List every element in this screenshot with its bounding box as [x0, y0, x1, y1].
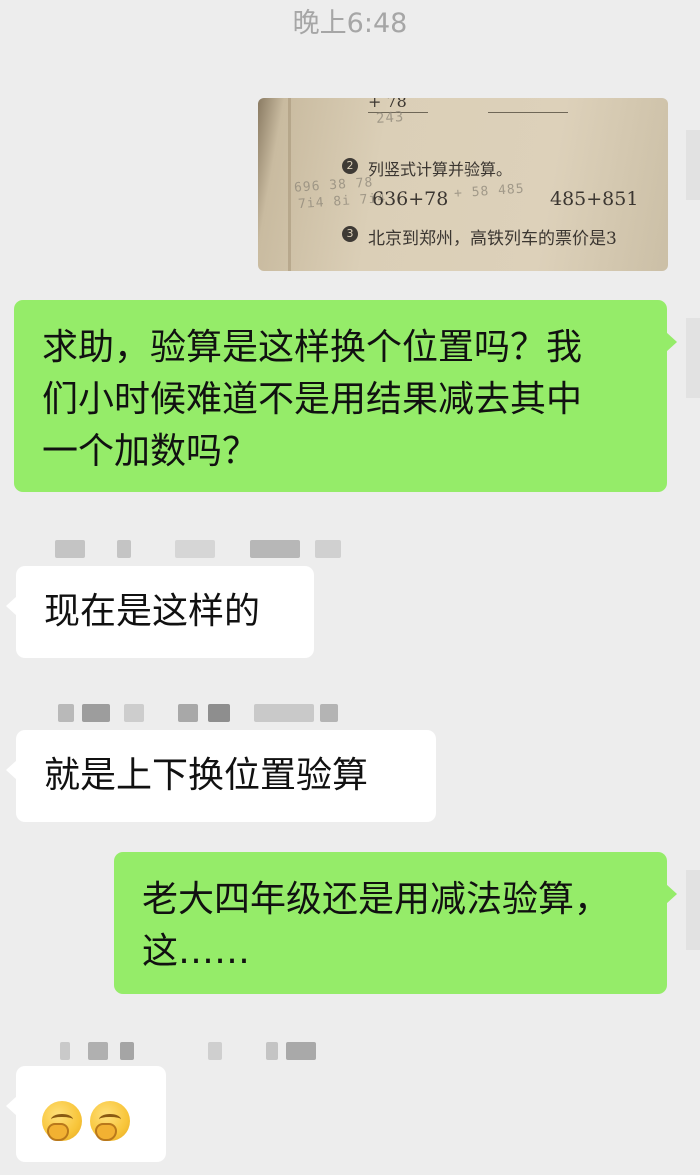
homework-photo-message[interactable]: + 78 243 2 列竖式计算并验算。 696 38 78 7i4 8i 7i… [258, 98, 668, 271]
photo-q3-text: 北京到郑州，高铁列车的票价是3 [368, 229, 617, 249]
photo-q3-number: 3 [342, 226, 358, 242]
message-line: 们小时候难道不是用结果减去其中 [42, 379, 583, 420]
right-avatar-edge [686, 870, 700, 950]
photo-rule [488, 112, 568, 113]
photo-q2-number: 2 [342, 158, 358, 174]
message-line: 就是上下换位置验算 [44, 755, 369, 796]
message-bubble-sent[interactable]: 求助，验算是这样换个位置吗？我 们小时候难道不是用结果减去其中 一个加数吗？ [14, 300, 677, 492]
sender-name-blurred [55, 540, 345, 560]
right-avatar-edge [686, 318, 700, 398]
message-line: 老大四年级还是用减法验算， [142, 879, 611, 920]
grimace-emoji-icon [90, 1101, 130, 1141]
message-line: 求助，验算是这样换个位置吗？我 [42, 327, 583, 368]
photo-pencil-work: + 58 485 [453, 181, 526, 202]
message-bubble-received[interactable]: 就是上下换位置验算 [6, 730, 436, 822]
photo-q2-title: 列竖式计算并验算。 [368, 160, 513, 179]
photo-q2-expr2: 485+851 [550, 188, 639, 210]
photo-q2-expr1: 636+78 [372, 188, 449, 210]
message-line: 一个加数吗？ [42, 431, 259, 472]
message-bubble-sent[interactable]: 老大四年级还是用减法验算， 这…… [114, 852, 677, 994]
sender-name-blurred [60, 1042, 340, 1062]
message-bubble-received[interactable] [6, 1066, 166, 1162]
photo-page-fold [288, 98, 291, 271]
sender-name-blurred [58, 704, 348, 724]
message-line: 现在是这样的 [44, 591, 261, 632]
message-line: 这…… [142, 931, 251, 972]
timestamp: 晚上6:48 [292, 8, 408, 39]
photo-number-top2: 243 [375, 109, 405, 127]
right-avatar-edge [686, 130, 700, 200]
grimace-emoji-icon [42, 1101, 82, 1141]
message-bubble-received[interactable]: 现在是这样的 [6, 566, 314, 658]
